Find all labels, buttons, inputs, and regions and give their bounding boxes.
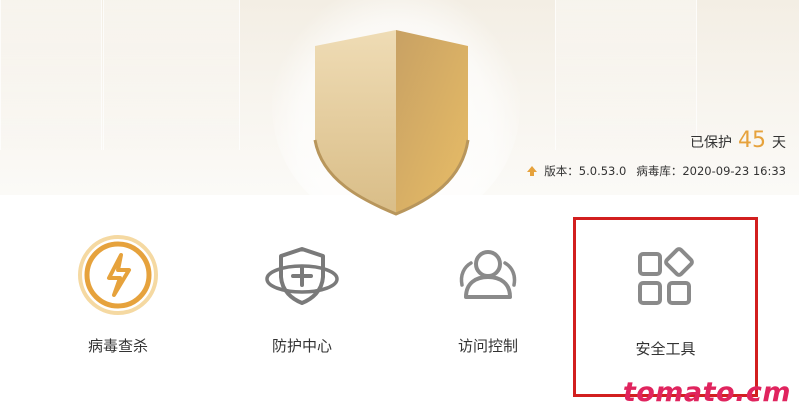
version-info: 版本：5.0.53.0 病毒库：2020-09-23 16:33 [526, 163, 786, 179]
hero-panel [103, 0, 240, 150]
apps-grid-icon [624, 238, 708, 322]
nav-label-access-control: 访问控制 [457, 337, 518, 355]
upgrade-arrow-icon[interactable] [526, 165, 538, 177]
version-value: 5.0.53.0 [578, 164, 627, 178]
hero-panel [555, 0, 697, 150]
virus-db-value: 2020-09-23 16:33 [682, 164, 786, 178]
watermark: tomato.cm [622, 377, 791, 408]
protected-suffix: 天 [772, 135, 786, 151]
shield-plus-icon [260, 233, 344, 317]
hero-panel [0, 0, 102, 150]
lightning-circle-icon [76, 233, 160, 317]
protected-prefix: 已保护 [690, 135, 732, 151]
virus-db-label: 病毒库： [636, 164, 683, 178]
virus-scan-button[interactable]: 病毒查杀 [28, 195, 208, 385]
version-label: 版本： [544, 164, 579, 178]
protection-days: 已保护 45 天 [690, 128, 786, 153]
nav-label-security-tools: 安全工具 [635, 340, 696, 358]
protected-days-count: 45 [738, 128, 766, 153]
protection-center-button[interactable]: 防护中心 [212, 195, 392, 385]
users-icon [446, 233, 530, 317]
nav-label-virus-scan: 病毒查杀 [87, 337, 148, 355]
nav-label-protection-center: 防护中心 [271, 337, 332, 355]
security-tools-button[interactable]: 安全工具 [573, 217, 758, 397]
access-control-button[interactable]: 访问控制 [398, 195, 578, 385]
